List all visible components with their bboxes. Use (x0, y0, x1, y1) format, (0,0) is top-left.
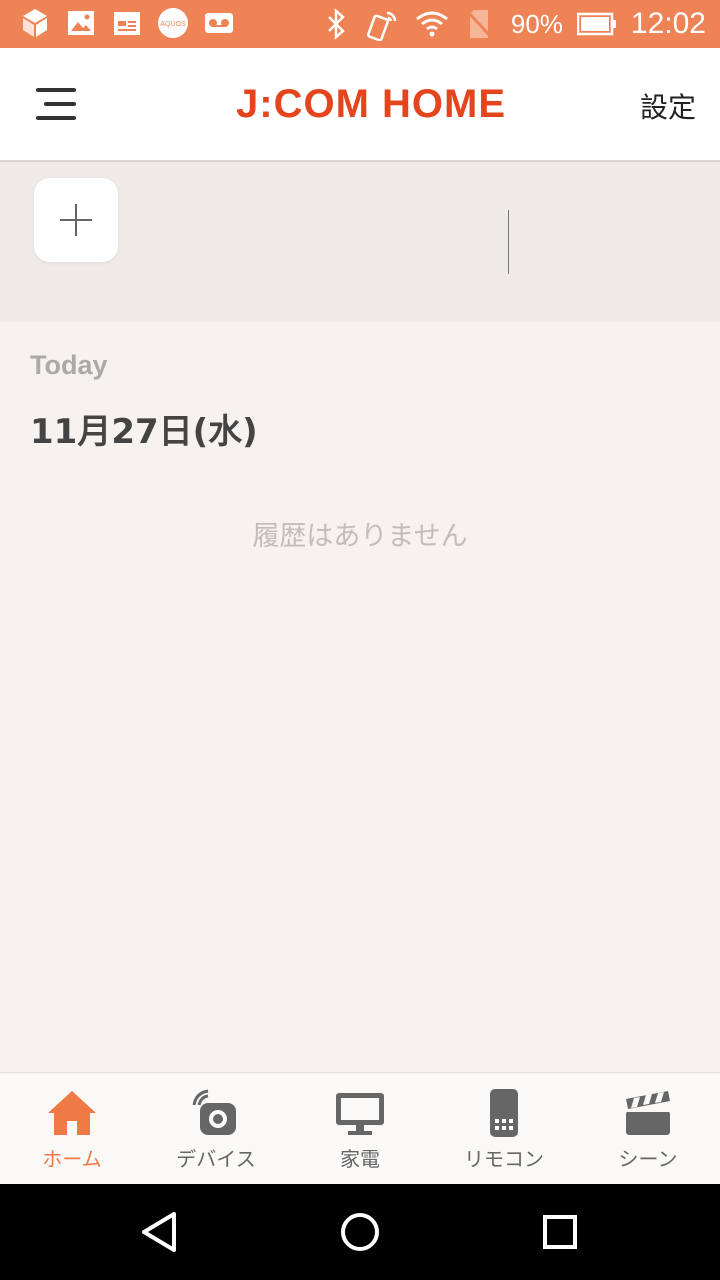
nav-appliances[interactable]: 家電 (288, 1073, 432, 1185)
today-label: Today (30, 350, 108, 380)
nav-label: デバイス (176, 1147, 256, 1171)
home-circle-icon[interactable] (336, 1208, 384, 1256)
home-icon (44, 1087, 100, 1139)
no-sim-icon (463, 7, 497, 41)
status-bar: AQUOS 90% 12:02 (0, 0, 720, 48)
nav-scenes[interactable]: シーン (576, 1073, 720, 1185)
aquos-icon: AQUOS (156, 6, 190, 40)
device-camera-icon (188, 1087, 244, 1139)
date-label: 11月27日(水) (30, 412, 258, 452)
battery-icon (576, 7, 617, 41)
app-header: J:COM HOME 設定 (0, 48, 720, 162)
menu-button[interactable] (32, 84, 80, 124)
clapperboard-icon (620, 1087, 676, 1139)
calendar-icon (110, 6, 144, 40)
nav-remote[interactable]: リモコン (432, 1073, 576, 1185)
monitor-icon (332, 1087, 388, 1139)
add-button[interactable] (34, 178, 118, 262)
app-logo: J:COM HOME (236, 82, 506, 126)
nav-label: 家電 (340, 1147, 380, 1171)
bluetooth-icon (319, 7, 353, 41)
nfc-icon (366, 7, 401, 41)
image-icon (64, 6, 98, 40)
nav-label: ホーム (42, 1147, 102, 1171)
nav-home[interactable]: ホーム (0, 1073, 144, 1185)
nav-label: シーン (618, 1147, 678, 1171)
settings-button[interactable]: 設定 (640, 86, 696, 126)
quick-action-panel (0, 162, 720, 322)
remote-icon (476, 1087, 532, 1139)
battery-percent: 90% (510, 8, 563, 39)
panel-divider (508, 210, 509, 274)
voicemail-icon (202, 6, 236, 40)
nav-devices[interactable]: デバイス (144, 1073, 288, 1185)
recents-icon[interactable] (536, 1208, 584, 1256)
wifi-icon (415, 7, 449, 41)
svg-text:AQUOS: AQUOS (160, 21, 186, 28)
nav-label: リモコン (464, 1147, 544, 1171)
menu-icon (36, 88, 76, 92)
system-nav-bar (0, 1184, 720, 1280)
cube-app-icon (18, 6, 52, 40)
back-icon[interactable] (136, 1208, 184, 1256)
bottom-nav: ホーム デバイス 家電 リモコン シーン (0, 1072, 720, 1185)
clock: 12:02 (630, 7, 706, 40)
history-section: Today 11月27日(水) 履歴はありません (0, 322, 720, 1072)
empty-history-message: 履歴はありません (252, 521, 468, 552)
